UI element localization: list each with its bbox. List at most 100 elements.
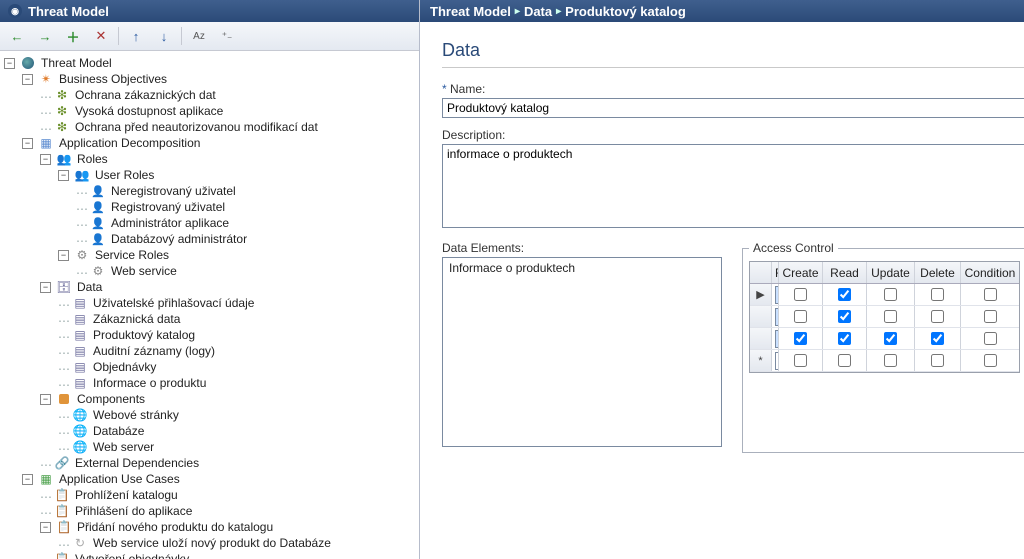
tree-item[interactable]: Vysoká dostupnost aplikace <box>73 104 225 118</box>
grid-row[interactable]: ▶[U] Neregistrovaný uživatel▾ <box>750 284 1019 306</box>
toggle-icon[interactable]: − <box>22 74 33 85</box>
breadcrumb-item[interactable]: Data <box>524 4 552 19</box>
toggle-icon[interactable]: − <box>40 282 51 293</box>
grid-row[interactable]: *▾ <box>750 350 1019 372</box>
delete-checkbox[interactable] <box>931 354 944 367</box>
name-input[interactable] <box>442 98 1024 118</box>
grid-header-row: Role Create Read Update Delete Condition <box>750 262 1019 284</box>
tree-root-label[interactable]: Threat Model <box>39 56 114 70</box>
tree-item[interactable]: Components <box>75 392 147 406</box>
condition-checkbox[interactable] <box>984 310 997 323</box>
tree-item[interactable]: Vytvoření objednávky <box>73 552 191 559</box>
row-marker <box>750 328 772 349</box>
tree-item[interactable]: Webové stránky <box>91 408 181 422</box>
tree-item[interactable]: Administrátor aplikace <box>109 216 231 230</box>
left-panel-title-text: Threat Model <box>28 4 109 19</box>
tree-item[interactable]: Objednávky <box>91 360 158 374</box>
tree-item[interactable]: Uživatelské přihlašovací údaje <box>91 296 256 310</box>
toggle-icon[interactable]: − <box>4 58 15 69</box>
back-button[interactable]: ← <box>6 25 28 47</box>
leaf-icon: ❇ <box>54 103 70 119</box>
tree-item[interactable]: Produktový katalog <box>91 328 197 342</box>
create-checkbox[interactable] <box>794 354 807 367</box>
condition-checkbox[interactable] <box>984 332 997 345</box>
tree-item[interactable]: Přidání nového produktu do katalogu <box>75 520 275 534</box>
tree-item[interactable]: Ochrana před neautorizovanou modifikací … <box>73 120 320 134</box>
toggle-icon[interactable]: − <box>22 474 33 485</box>
create-checkbox[interactable] <box>794 310 807 323</box>
sort-az-button[interactable]: Az <box>188 25 210 47</box>
tree-item[interactable]: Web service <box>109 264 179 278</box>
tree-item[interactable]: Business Objectives <box>57 72 169 86</box>
col-condition: Condition <box>961 262 1019 283</box>
tree-item[interactable]: Web server <box>91 440 156 454</box>
tree-item[interactable]: User Roles <box>93 168 156 182</box>
toggle-icon[interactable]: − <box>40 394 51 405</box>
row-marker: ▶ <box>750 284 772 305</box>
tree-item[interactable]: Přihlášení do aplikace <box>73 504 194 518</box>
usecase-icon: 📋 <box>54 551 70 559</box>
tree-view[interactable]: − Threat Model − ✴ Business Objectives ⋯… <box>0 51 419 559</box>
data-elements-list[interactable]: Informace o produktech <box>442 257 722 447</box>
toggle-icon[interactable]: − <box>40 154 51 165</box>
list-item[interactable]: Informace o produktech <box>445 260 719 276</box>
tree-item[interactable]: Informace o produktu <box>91 376 208 390</box>
breadcrumb-item[interactable]: Produktový katalog <box>565 4 686 19</box>
add-button[interactable]: ＋ <box>62 25 84 47</box>
tree-item[interactable]: Databázový administrátor <box>109 232 249 246</box>
move-down-button[interactable]: ↓ <box>153 25 175 47</box>
update-checkbox[interactable] <box>884 288 897 301</box>
toggle-icon[interactable]: − <box>40 522 51 533</box>
toggle-icon[interactable]: − <box>58 250 69 261</box>
update-checkbox[interactable] <box>884 354 897 367</box>
tree-item[interactable]: Data <box>75 280 104 294</box>
access-grid[interactable]: Role Create Read Update Delete Condition… <box>749 261 1020 373</box>
read-checkbox[interactable] <box>838 310 851 323</box>
update-checkbox[interactable] <box>884 332 897 345</box>
delete-button[interactable]: ✕ <box>90 25 112 47</box>
delete-checkbox[interactable] <box>931 310 944 323</box>
condition-checkbox[interactable] <box>984 288 997 301</box>
db-icon: ▤ <box>72 311 88 327</box>
read-checkbox[interactable] <box>838 354 851 367</box>
condition-checkbox[interactable] <box>984 354 997 367</box>
flow-icon: ↻ <box>72 535 88 551</box>
right-panel: Threat Model ▸ Data ▸ Produktový katalog… <box>420 0 1024 559</box>
tree-item[interactable]: Application Decomposition <box>57 136 202 150</box>
collapse-button[interactable]: ⁺₋ <box>216 25 238 47</box>
tree-item[interactable]: Application Use Cases <box>57 472 182 486</box>
tree-item[interactable]: Databáze <box>91 424 146 438</box>
description-textarea[interactable] <box>442 144 1024 228</box>
tree-item[interactable]: Ochrana zákaznických dat <box>73 88 218 102</box>
breadcrumb-item[interactable]: Threat Model <box>430 4 511 19</box>
service-icon: ⚙ <box>74 247 90 263</box>
tree-item[interactable]: Roles <box>75 152 110 166</box>
create-checkbox[interactable] <box>794 332 807 345</box>
col-delete: Delete <box>915 262 961 283</box>
tree-item[interactable]: Neregistrovaný uživatel <box>109 184 238 198</box>
create-checkbox[interactable] <box>794 288 807 301</box>
read-checkbox[interactable] <box>838 332 851 345</box>
app-icon: ◉ <box>8 4 22 18</box>
tree-item[interactable]: Web service uloží nový produkt do Databá… <box>91 536 333 550</box>
toggle-icon[interactable]: − <box>58 170 69 181</box>
forward-button[interactable]: → <box>34 25 56 47</box>
tree-item[interactable]: Zákaznická data <box>91 312 182 326</box>
db-icon: ▤ <box>72 375 88 391</box>
update-checkbox[interactable] <box>884 310 897 323</box>
col-role: Role <box>772 262 779 283</box>
delete-checkbox[interactable] <box>931 332 944 345</box>
move-up-button[interactable]: ↑ <box>125 25 147 47</box>
col-create: Create <box>779 262 823 283</box>
grid-row[interactable]: [U] Registrovaný uživatel▾ <box>750 306 1019 328</box>
tree-item[interactable]: Prohlížení katalogu <box>73 488 180 502</box>
tree-item[interactable]: Registrovaný uživatel <box>109 200 227 214</box>
delete-checkbox[interactable] <box>931 288 944 301</box>
tree-item[interactable]: Auditní záznamy (logy) <box>91 344 217 358</box>
read-checkbox[interactable] <box>838 288 851 301</box>
tree-item[interactable]: External Dependencies <box>73 456 201 470</box>
toggle-icon[interactable]: − <box>22 138 33 149</box>
grid-row[interactable]: [U] Administrátor aplikace▾ <box>750 328 1019 350</box>
person-icon: 👤 <box>90 215 106 231</box>
tree-item[interactable]: Service Roles <box>93 248 171 262</box>
